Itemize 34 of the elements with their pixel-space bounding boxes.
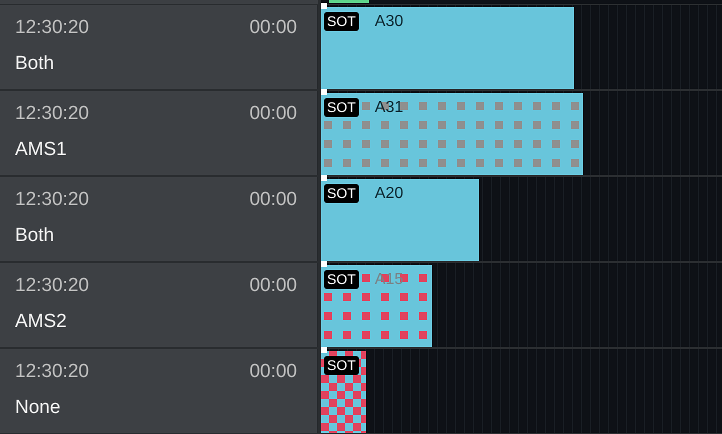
sot-badge: SOT [324,12,359,31]
start-time: 12:30:20 [15,103,89,125]
sot-badge: SOT [324,98,359,117]
clip-label: A20 [374,184,404,202]
start-time: 12:30:20 [15,189,89,211]
audio-mode: AMS1 [15,139,68,161]
marker-handle[interactable] [321,175,327,181]
start-time: 12:30:20 [15,17,89,39]
marker-handle[interactable] [321,347,327,353]
duration: 00:00 [249,361,297,383]
duration: 00:00 [249,103,297,125]
clip-block[interactable] [321,179,480,261]
clip-label: A15 [374,270,404,288]
start-time: 12:30:20 [15,275,89,297]
duration: 00:00 [249,189,297,211]
duration: 00:00 [249,275,297,297]
audio-mode: Both [15,225,56,247]
duration: 00:00 [249,17,297,39]
clip-label: A31 [374,98,404,116]
audio-mode: Both [15,53,56,75]
audio-mode: None [15,397,62,419]
clip-block[interactable] [321,93,583,175]
marker-handle[interactable] [321,3,327,9]
clip-block [329,0,369,3]
clip-block[interactable] [321,265,432,347]
marker-handle[interactable] [321,261,327,267]
start-time: 12:30:20 [15,361,89,383]
clip-label: A30 [374,12,404,30]
audio-mode: AMS2 [15,311,68,333]
clip-block[interactable] [321,7,574,89]
marker-handle[interactable] [321,89,327,95]
sot-badge: SOT [324,184,359,203]
sot-badge: SOT [324,356,359,375]
sot-badge: SOT [324,270,359,289]
